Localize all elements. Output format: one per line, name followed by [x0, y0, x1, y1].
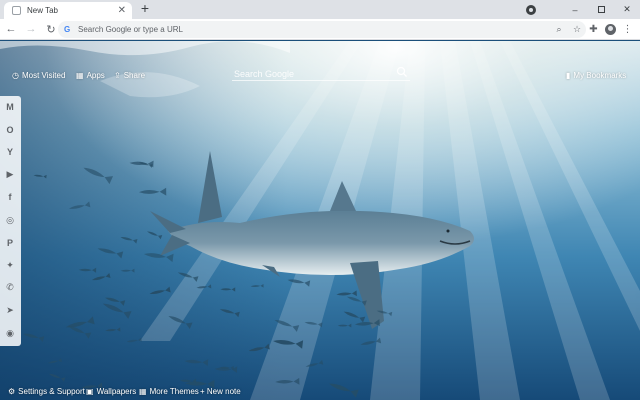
share-button[interactable]: ⇪ Share: [114, 68, 145, 82]
forward-button[interactable]: →: [22, 20, 40, 38]
newtab-bottombar: ⚙ Settings & Support ▣ Wallpapers ▦ More…: [0, 384, 640, 400]
wallpapers-button[interactable]: ▣ Wallpapers: [86, 385, 136, 397]
wallpapers-label: Wallpapers: [96, 386, 137, 396]
browser-toolbar: ← → ↻ G Search Google or type a URL ⌕ ☆ …: [0, 19, 640, 40]
maximize-icon: [597, 6, 605, 13]
wallpaper: [0, 41, 640, 400]
more-themes-button[interactable]: ▦ More Themes: [139, 385, 199, 397]
maximize-button[interactable]: [588, 0, 614, 19]
bookmark-icon: ▮: [566, 70, 571, 80]
clock-icon: ◷: [12, 70, 19, 80]
tab-search-icon[interactable]: [526, 4, 536, 15]
new-note-label: + New note: [200, 386, 241, 396]
facebook-icon[interactable]: f: [3, 190, 17, 204]
tab-close-icon[interactable]: ✕: [118, 5, 126, 16]
omnibox[interactable]: G Search Google or type a URL ⌕ ☆: [58, 21, 586, 38]
my-bookmarks-button[interactable]: ▮ My Bookmarks: [566, 68, 626, 82]
new-tab-button[interactable]: +: [138, 1, 152, 16]
page-icon: [12, 6, 21, 15]
quick-links-sidebar: M O Y ▶ f ◎ P ✦ ✆ ➤ ◉: [0, 96, 21, 346]
grid-icon: ▦: [76, 70, 84, 80]
zoom-icon[interactable]: ⌕: [550, 24, 568, 35]
yahoo-icon[interactable]: Y: [3, 145, 17, 159]
settings-label: Settings & Support: [18, 386, 85, 396]
more-themes-label: More Themes: [149, 386, 199, 396]
search-icon[interactable]: [396, 65, 408, 79]
apps-label: Apps: [86, 70, 105, 80]
whatsapp-icon[interactable]: ✆: [3, 281, 17, 295]
tab-new-tab[interactable]: New Tab ✕: [4, 2, 132, 19]
outlook-icon[interactable]: O: [3, 123, 17, 137]
menu-icon[interactable]: ⋮: [619, 21, 636, 38]
instagram-icon[interactable]: ◎: [3, 213, 17, 227]
newtab-search: [232, 64, 410, 82]
back-button[interactable]: ←: [2, 20, 20, 38]
telegram-icon[interactable]: ➤: [3, 303, 17, 317]
extensions-icon[interactable]: ✚: [585, 21, 602, 38]
twitter-icon[interactable]: ✦: [3, 258, 17, 272]
google-icon: G: [64, 25, 71, 34]
tab-strip: New Tab ✕ + – ✕: [0, 0, 640, 19]
youtube-icon[interactable]: ▶: [3, 168, 17, 182]
most-visited-label: Most Visited: [21, 70, 66, 80]
gear-icon: ⚙: [8, 386, 16, 396]
new-note-button[interactable]: + New note: [200, 385, 241, 397]
avatar: [605, 24, 616, 35]
apps-button[interactable]: ▦ Apps: [76, 68, 105, 82]
share-label: Share: [123, 70, 146, 80]
gmail-icon[interactable]: M: [3, 100, 17, 114]
minimize-button[interactable]: –: [562, 0, 588, 19]
share-icon: ⇪: [114, 70, 121, 80]
themes-icon: ▦: [139, 386, 147, 396]
shark-wallpaper-image: [0, 41, 640, 400]
settings-support-button[interactable]: ⚙ Settings & Support: [8, 385, 85, 397]
reddit-icon[interactable]: ◉: [3, 326, 17, 340]
pinterest-icon[interactable]: P: [3, 236, 17, 250]
my-bookmarks-label: My Bookmarks: [573, 70, 627, 80]
newtab-search-input[interactable]: [232, 66, 382, 82]
omnibox-placeholder[interactable]: Search Google or type a URL: [78, 25, 550, 34]
close-window-button[interactable]: ✕: [614, 0, 640, 19]
image-icon: ▣: [86, 386, 94, 396]
tab-title: New Tab: [27, 6, 58, 15]
bookmark-star-icon[interactable]: ☆: [568, 24, 586, 35]
most-visited-button[interactable]: ◷ Most Visited: [12, 68, 65, 82]
profile-button[interactable]: [602, 21, 619, 38]
